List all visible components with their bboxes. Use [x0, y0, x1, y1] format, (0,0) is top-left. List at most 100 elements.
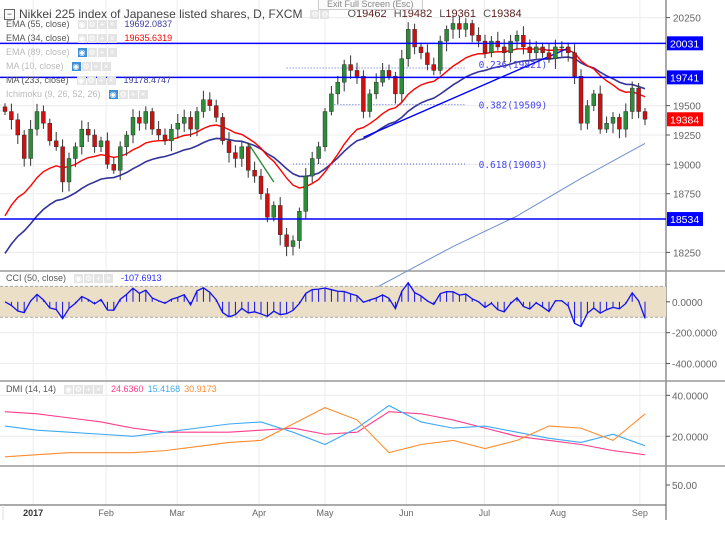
- time-tick-label: Feb: [98, 508, 114, 518]
- candle-up: [98, 140, 104, 147]
- indicator-name[interactable]: MA (233, close): [6, 75, 69, 85]
- title-buttons: ⚙ ⚙: [310, 9, 330, 19]
- candle-down: [598, 93, 603, 130]
- candle-down: [220, 117, 225, 142]
- plus-icon[interactable]: +: [84, 384, 94, 394]
- candle-up: [310, 158, 315, 177]
- candle-up: [623, 111, 628, 130]
- candle-down: [162, 134, 168, 142]
- indicator-value: 19635.6319: [124, 33, 173, 43]
- close-icon[interactable]: ×: [101, 61, 111, 71]
- candle-down: [15, 119, 21, 136]
- eye-icon[interactable]: ◉: [64, 384, 74, 394]
- candle-up: [117, 146, 123, 171]
- close-icon[interactable]: ×: [138, 89, 148, 99]
- plus-icon[interactable]: +: [96, 75, 106, 85]
- eye-icon[interactable]: ◉: [77, 19, 87, 29]
- close-icon[interactable]: ×: [94, 384, 104, 394]
- candle-down: [354, 70, 360, 77]
- plus-icon[interactable]: +: [97, 33, 107, 43]
- candle-up: [194, 111, 200, 130]
- candle-down: [278, 205, 283, 235]
- gear-icon[interactable]: ⚙: [118, 89, 128, 99]
- candle-up: [585, 105, 590, 124]
- gear-icon[interactable]: ⚙: [320, 9, 330, 19]
- indicator-name[interactable]: MA (10, close): [6, 61, 64, 71]
- dmi-plus-di-value: 15.4168: [147, 384, 181, 394]
- indicator-name[interactable]: Ichimoku (9, 26, 52, 26): [6, 89, 101, 99]
- close-icon[interactable]: ×: [104, 273, 114, 283]
- candle-down: [265, 193, 270, 218]
- price-level-label: 20031: [670, 38, 699, 50]
- plus-icon[interactable]: +: [91, 61, 101, 71]
- candle-up: [297, 211, 302, 241]
- time-tick-label: Apr: [252, 508, 266, 518]
- time-tick-label: Sep: [632, 508, 648, 518]
- settings-icon[interactable]: ⚙: [310, 9, 320, 19]
- eye-icon[interactable]: ◉: [76, 75, 86, 85]
- eye-icon[interactable]: ◉: [77, 47, 87, 57]
- candle-up: [559, 46, 564, 49]
- cci-tick-label: -400.0000: [672, 360, 717, 371]
- candle-up: [28, 128, 33, 159]
- dmi-tick-label: 20.0000: [672, 432, 709, 443]
- cci-legend-value: -107.6913: [121, 273, 162, 283]
- dmi-legend-name[interactable]: DMI (14, 14): [6, 384, 56, 394]
- candle-down: [348, 64, 353, 71]
- candle-up: [169, 128, 174, 142]
- indicator-name[interactable]: EMA (55, close): [6, 19, 70, 29]
- indicator-name[interactable]: EMA (34, close): [6, 33, 70, 43]
- plus-icon[interactable]: +: [94, 273, 104, 283]
- candle-up: [630, 87, 635, 112]
- gear-icon[interactable]: ⚙: [87, 47, 97, 57]
- candle-down: [92, 134, 97, 147]
- close-icon[interactable]: ×: [107, 33, 117, 43]
- indicator-legend: Ichimoku (9, 26, 52, 26) ◉ ⚙ + ×: [6, 89, 156, 99]
- indicator-buttons: ◉ ⚙ + ×: [108, 89, 148, 99]
- price-tick-label: 19500: [673, 102, 701, 113]
- eye-icon[interactable]: ◉: [71, 61, 81, 71]
- candle-up: [342, 64, 347, 83]
- candle-up: [450, 23, 456, 30]
- exit-fullscreen-button[interactable]: Exit Full Screen (Esc): [318, 0, 423, 10]
- gear-icon[interactable]: ⚙: [87, 33, 97, 43]
- candle-down: [226, 140, 232, 153]
- eye-icon[interactable]: ◉: [74, 273, 84, 283]
- candle-down: [431, 64, 436, 71]
- cci-legend-name[interactable]: CCI (50, close): [6, 273, 66, 283]
- gear-icon[interactable]: ⚙: [74, 384, 84, 394]
- candle-down: [188, 117, 193, 130]
- collapse-icon[interactable]: −: [4, 8, 15, 20]
- gear-icon[interactable]: ⚙: [87, 19, 97, 29]
- close-icon[interactable]: ×: [106, 75, 116, 85]
- indicator-value: 19692.0837: [124, 19, 173, 29]
- cci-tick-label: 0.0000: [672, 298, 703, 309]
- close-icon[interactable]: ×: [107, 47, 117, 57]
- fib-level-label: 0.618(19003): [479, 160, 548, 171]
- candle-up: [438, 40, 443, 71]
- candle-up: [444, 29, 449, 42]
- eye-icon[interactable]: ◉: [108, 89, 118, 99]
- candle-down: [521, 35, 526, 48]
- time-tick-label: Jul: [479, 508, 491, 518]
- eye-icon[interactable]: ◉: [77, 33, 87, 43]
- price-tick-label: 18250: [673, 248, 701, 259]
- indicator-name[interactable]: EMA (89, close): [6, 47, 70, 57]
- candle-up: [553, 46, 558, 59]
- pane4-tick-label: 50.00: [672, 481, 697, 492]
- plus-icon[interactable]: +: [97, 19, 107, 29]
- plus-icon[interactable]: +: [97, 47, 107, 57]
- gear-icon[interactable]: ⚙: [81, 61, 91, 71]
- candle-up: [610, 117, 616, 124]
- candle-down: [527, 46, 532, 54]
- plus-icon[interactable]: +: [128, 89, 138, 99]
- gear-icon[interactable]: ⚙: [86, 75, 96, 85]
- close-label: C: [483, 8, 492, 20]
- price-tick-label: 20250: [673, 14, 701, 25]
- gear-icon[interactable]: ⚙: [84, 273, 94, 283]
- candle-up: [239, 146, 245, 159]
- candle-up: [367, 93, 372, 112]
- candle-down: [2, 106, 8, 112]
- close-icon[interactable]: ×: [107, 19, 117, 29]
- close-value: 19384: [491, 8, 522, 20]
